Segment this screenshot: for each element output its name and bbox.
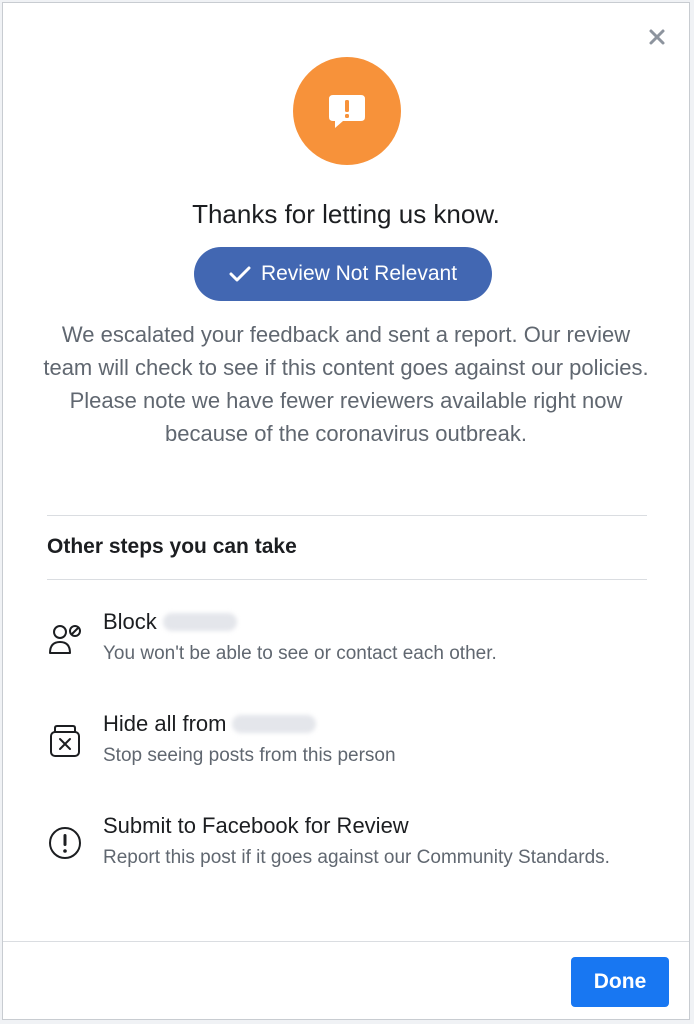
review-status-pill: Review Not Relevant [194,247,492,301]
block-option-subtitle: You won't be able to see or contact each… [103,643,497,664]
done-button[interactable]: Done [571,957,669,1007]
speech-bubble-alert-icon [329,95,365,128]
block-option-title: Block [103,609,157,634]
block-user-icon [47,621,83,657]
hide-all-option[interactable]: Hide all from Stop seeing posts from thi… [47,709,647,770]
hide-all-option-subtitle: Stop seeing posts from this person [103,745,396,766]
submit-review-option-subtitle: Report this post if it goes against our … [103,847,610,868]
review-status-label: Review Not Relevant [260,262,458,285]
footer-divider [3,941,689,942]
checkmark-icon [229,266,251,282]
hide-all-option-title: Hide all from [103,711,227,736]
other-steps-heading: Other steps you can take [47,535,297,558]
close-button[interactable] [645,25,669,49]
dialog-title: Thanks for letting us know. [192,199,500,229]
section-divider-bottom [47,579,647,580]
block-option[interactable]: Block You won't be able to see or contac… [47,607,647,668]
close-icon [649,29,665,45]
feedback-alert-badge [293,57,401,165]
report-feedback-dialog: Thanks for letting us know. Review Not R… [2,2,690,1020]
alert-circle-icon [47,825,83,861]
submit-review-option[interactable]: Submit to Facebook for Review Report thi… [47,811,647,872]
redacted-name [232,715,317,733]
submit-review-option-title: Submit to Facebook for Review [103,813,409,838]
hide-box-icon [47,723,83,759]
section-divider-top [47,515,647,516]
redacted-name [162,613,237,631]
report-description: We escalated your feedback and sent a re… [43,322,649,446]
